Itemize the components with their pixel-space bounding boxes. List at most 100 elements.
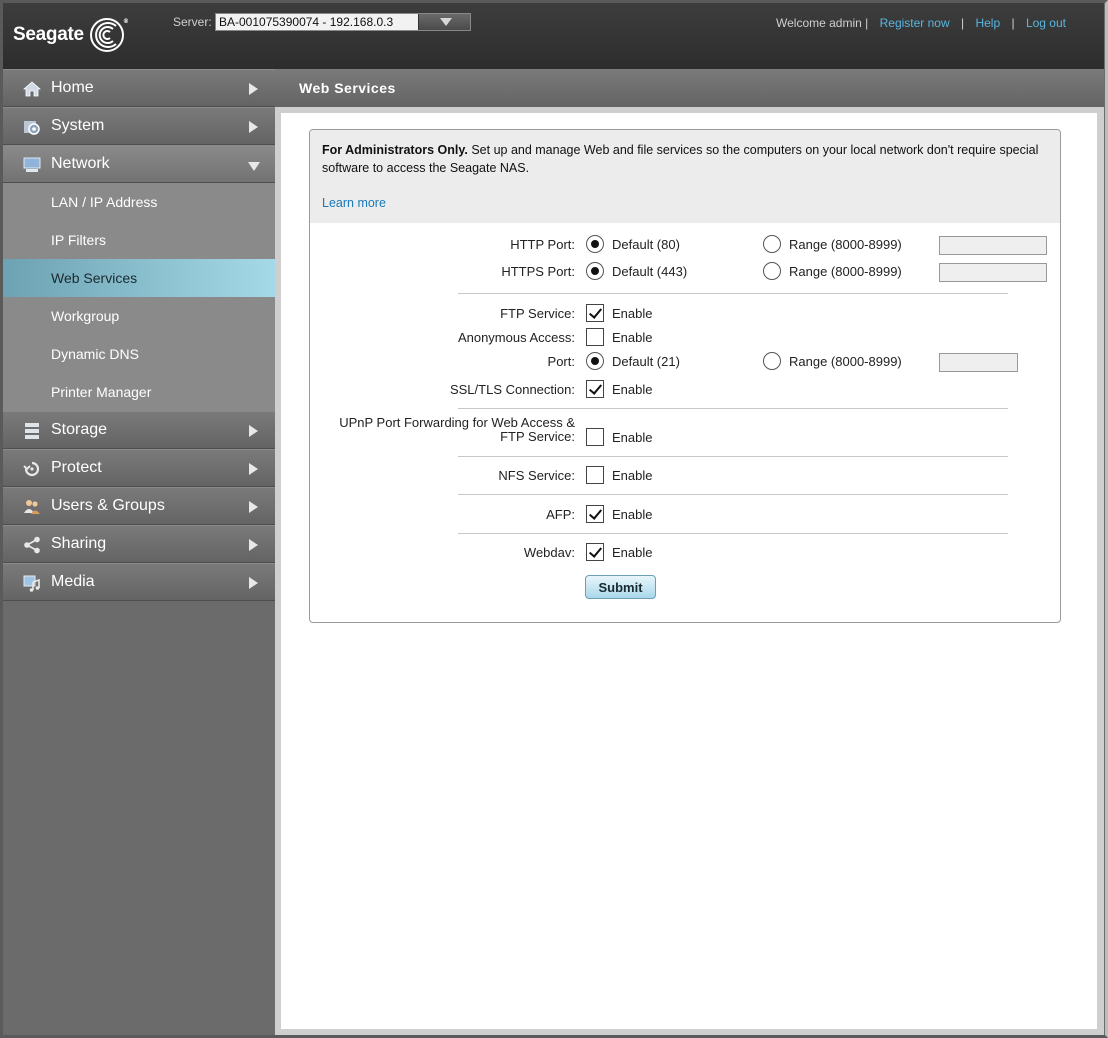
webdav-label: Webdav: — [523, 545, 575, 560]
network-submenu: LAN / IP Address IP Filters Web Services… — [3, 183, 275, 411]
https-default-label: Default (443) — [612, 264, 688, 279]
sidebar-item-network[interactable]: Network — [3, 145, 275, 183]
register-link[interactable]: Register now — [880, 16, 950, 30]
chevron-down-icon — [248, 162, 260, 171]
ftp-enable-checkbox[interactable] — [586, 304, 604, 322]
sidebar: Home System Network LAN / IP Address IP … — [3, 69, 275, 1035]
chevron-right-icon — [249, 121, 258, 133]
http-range-label: Range (8000-8999) — [789, 237, 902, 252]
afp-label: AFP: — [546, 507, 575, 522]
web-services-panel: For Administrators Only. Set up and mana… — [309, 129, 1061, 623]
ftp-default-label: Default (21) — [612, 354, 680, 369]
sidebar-item-web-services[interactable]: Web Services — [3, 259, 275, 297]
ftp-range-label: Range (8000-8999) — [789, 354, 902, 369]
ssl-enable-label: Enable — [612, 382, 653, 397]
ssl-enable-checkbox[interactable] — [586, 380, 604, 398]
sidebar-item-printer-manager[interactable]: Printer Manager — [3, 373, 275, 411]
network-icon — [23, 157, 41, 172]
upnp-enable-label: Enable — [612, 430, 653, 445]
sidebar-item-users-groups[interactable]: Users & Groups — [3, 487, 275, 525]
http-range-input[interactable] — [939, 236, 1047, 255]
https-default-radio[interactable] — [586, 262, 604, 280]
learn-more-link[interactable]: Learn more — [322, 194, 1048, 212]
ssl-tls-label: SSL/TLS Connection: — [449, 382, 575, 397]
intro-bold: For Administrators Only. — [322, 143, 468, 157]
anonymous-access-label: Anonymous Access: — [457, 330, 575, 345]
nfs-enable-checkbox[interactable] — [586, 466, 604, 484]
submit-button[interactable]: Submit — [585, 575, 656, 599]
upnp-enable-checkbox[interactable] — [586, 428, 604, 446]
chevron-right-icon — [249, 83, 258, 95]
ftp-port-label: Port: — [547, 354, 575, 369]
sidebar-item-dynamic-dns[interactable]: Dynamic DNS — [3, 335, 275, 373]
sidebar-item-label: Users & Groups — [51, 497, 165, 514]
https-port-label: HTTPS Port: — [501, 264, 575, 279]
http-range-radio[interactable] — [763, 235, 781, 253]
chevron-down-icon[interactable] — [418, 14, 470, 30]
server-select[interactable]: BA-001075390074 - 192.168.0.3 — [215, 13, 471, 31]
separator: | — [1011, 16, 1015, 30]
divider — [458, 494, 1008, 495]
http-port-label: HTTP Port: — [510, 237, 575, 252]
sidebar-item-label: Home — [51, 79, 94, 96]
separator: | — [960, 16, 965, 30]
anonymous-enable-label: Enable — [612, 330, 653, 345]
divider — [458, 533, 1008, 534]
sidebar-item-protect[interactable]: Protect — [3, 449, 275, 487]
server-value: BA-001075390074 - 192.168.0.3 — [219, 15, 394, 29]
http-default-radio[interactable] — [586, 235, 604, 253]
chevron-right-icon — [249, 425, 258, 437]
home-icon — [23, 81, 41, 97]
sidebar-item-ip-filters[interactable]: IP Filters — [3, 221, 275, 259]
media-icon — [23, 575, 40, 592]
users-icon — [24, 500, 40, 514]
sidebar-item-system[interactable]: System — [3, 107, 275, 145]
main-area: For Administrators Only. Set up and mana… — [275, 107, 1104, 1035]
upnp-label: UPnP Port Forwarding for Web Access & FT… — [310, 416, 575, 444]
divider — [458, 408, 1008, 409]
gear-icon — [24, 121, 40, 135]
webdav-enable-label: Enable — [612, 545, 653, 560]
afp-enable-label: Enable — [612, 507, 653, 522]
ftp-enable-label: Enable — [612, 306, 653, 321]
sidebar-item-storage[interactable]: Storage — [3, 411, 275, 449]
sidebar-item-sharing[interactable]: Sharing — [3, 525, 275, 563]
ftp-range-input[interactable] — [939, 353, 1018, 372]
sidebar-item-home[interactable]: Home — [3, 69, 275, 107]
sidebar-item-label: Network — [51, 155, 110, 172]
storage-icon — [25, 423, 39, 439]
chevron-right-icon — [249, 577, 258, 589]
chevron-right-icon — [249, 463, 258, 475]
ftp-default-radio[interactable] — [586, 352, 604, 370]
logo-text: Seagate — [13, 24, 84, 45]
ftp-range-radio[interactable] — [763, 352, 781, 370]
protect-icon — [23, 461, 40, 477]
afp-enable-checkbox[interactable] — [586, 505, 604, 523]
help-link[interactable]: Help — [975, 16, 1000, 30]
nfs-service-label: NFS Service: — [498, 468, 575, 483]
sidebar-item-label: System — [51, 117, 105, 134]
upnp-label-line1: UPnP Port Forwarding for Web Access & — [339, 415, 575, 430]
header: Seagate ® Server: BA-001075390074 - 192.… — [3, 3, 1104, 69]
https-range-input[interactable] — [939, 263, 1047, 282]
server-label: Server: — [173, 15, 212, 29]
page-title: Web Services — [275, 69, 1104, 107]
sidebar-item-workgroup[interactable]: Workgroup — [3, 297, 275, 335]
sidebar-item-media[interactable]: Media — [3, 563, 275, 601]
sidebar-item-label: Media — [51, 573, 95, 590]
sidebar-item-label: Storage — [51, 421, 108, 438]
webdav-enable-checkbox[interactable] — [586, 543, 604, 561]
chevron-right-icon — [249, 501, 258, 513]
divider — [458, 456, 1008, 457]
content-area: For Administrators Only. Set up and mana… — [281, 113, 1097, 1029]
top-links: Welcome admin | Register now | Help | Lo… — [776, 16, 1066, 30]
seagate-logo[interactable]: Seagate ® — [13, 17, 128, 53]
https-range-radio[interactable] — [763, 262, 781, 280]
logout-link[interactable]: Log out — [1026, 16, 1066, 30]
https-range-label: Range (8000-8999) — [789, 264, 902, 279]
upnp-label-line2: FTP Service: — [500, 429, 575, 444]
seagate-swirl-icon: ® — [89, 18, 128, 52]
anonymous-enable-checkbox[interactable] — [586, 328, 604, 346]
sidebar-item-lan-ip[interactable]: LAN / IP Address — [3, 183, 275, 221]
sidebar-item-label: Protect — [51, 459, 102, 476]
